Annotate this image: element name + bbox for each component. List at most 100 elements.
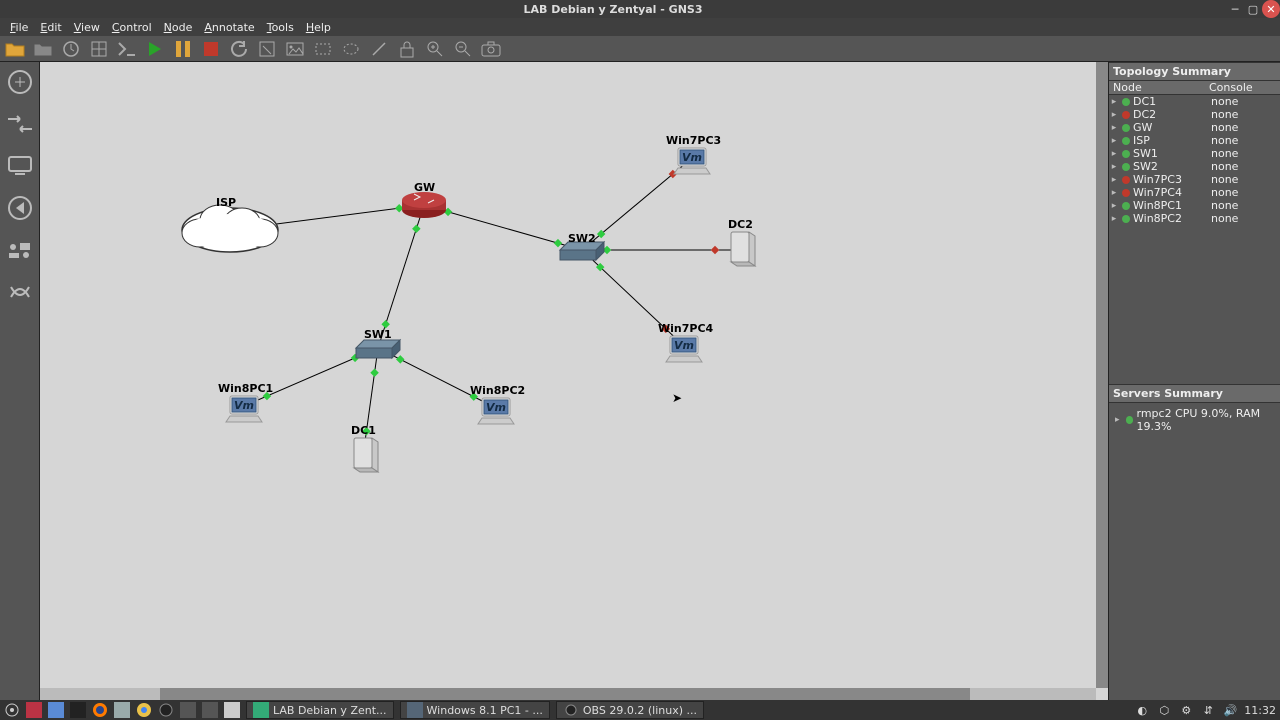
node-label-GW[interactable]: GW <box>414 181 435 194</box>
tray-network-icon[interactable]: ⇵ <box>1200 702 1216 718</box>
reload-button[interactable] <box>228 38 250 60</box>
topology-node-row[interactable]: ▸SW1none <box>1109 147 1280 160</box>
pause-all-button[interactable] <box>172 38 194 60</box>
node-GW[interactable] <box>402 192 446 218</box>
topology-summary-header[interactable]: Topology Summary <box>1109 62 1280 81</box>
menu-file[interactable]: File <box>4 21 34 34</box>
system-taskbar[interactable]: LAB Debian y Zent... Windows 8.1 PC1 - .… <box>0 700 1280 720</box>
topology-node-row[interactable]: ▸SW2none <box>1109 160 1280 173</box>
grid-icon[interactable] <box>88 38 110 60</box>
horizontal-scrollbar[interactable] <box>40 688 1096 700</box>
node-label-Win8PC2[interactable]: Win8PC2 <box>470 384 525 397</box>
expand-arrow-icon[interactable]: ▸ <box>1109 162 1119 172</box>
task-obs[interactable]: OBS 29.0.2 (linux) ... <box>556 701 704 719</box>
obs-icon[interactable] <box>158 702 174 718</box>
topology-node-row[interactable]: ▸DC1none <box>1109 95 1280 108</box>
firefox-icon[interactable] <box>92 702 108 718</box>
console-button[interactable] <box>116 38 138 60</box>
node-label-DC1[interactable]: DC1 <box>351 424 376 437</box>
files-icon[interactable] <box>48 702 64 718</box>
task-vm[interactable]: Windows 8.1 PC1 - ... <box>400 701 550 719</box>
column-node[interactable]: Node <box>1109 81 1209 94</box>
tray-volume-icon[interactable]: 🔊 <box>1222 702 1238 718</box>
topology-node-row[interactable]: ▸GWnone <box>1109 121 1280 134</box>
node-DC1[interactable] <box>354 438 378 472</box>
expand-arrow-icon[interactable]: ▸ <box>1109 136 1119 146</box>
tray-icon-2[interactable]: ⬡ <box>1156 702 1172 718</box>
node-Win7PC4[interactable]: Vm <box>666 336 702 362</box>
menu-view[interactable]: View <box>68 21 106 34</box>
node-label-Win7PC3[interactable]: Win7PC3 <box>666 134 721 147</box>
zoom-out-button[interactable] <box>452 38 474 60</box>
tray-icon-3[interactable]: ⚙ <box>1178 702 1194 718</box>
app2-icon[interactable] <box>180 702 196 718</box>
browse-security-button[interactable] <box>4 192 36 224</box>
app3-icon[interactable] <box>202 702 218 718</box>
lock-button[interactable] <box>396 38 418 60</box>
tray-icon-1[interactable]: ◐ <box>1134 702 1150 718</box>
insert-image-button[interactable] <box>284 38 306 60</box>
expand-arrow-icon[interactable]: ▸ <box>1113 415 1122 425</box>
expand-arrow-icon[interactable]: ▸ <box>1109 110 1119 120</box>
add-link-button[interactable] <box>4 276 36 308</box>
start-all-button[interactable] <box>144 38 166 60</box>
app-icon[interactable] <box>26 702 42 718</box>
topology-node-row[interactable]: ▸Win7PC3none <box>1109 173 1280 186</box>
vertical-scrollbar[interactable] <box>1096 62 1108 688</box>
menu-edit[interactable]: Edit <box>34 21 67 34</box>
node-SW1[interactable] <box>356 340 400 358</box>
terminal-icon[interactable] <box>70 702 86 718</box>
mail-icon[interactable] <box>114 702 130 718</box>
topology-node-row[interactable]: ▸Win8PC1none <box>1109 199 1280 212</box>
expand-arrow-icon[interactable]: ▸ <box>1109 188 1119 198</box>
node-label-SW2[interactable]: SW2 <box>568 232 596 245</box>
menu-control[interactable]: Control <box>106 21 158 34</box>
topology-node-row[interactable]: ▸Win7PC4none <box>1109 186 1280 199</box>
close-button[interactable]: ✕ <box>1262 0 1280 18</box>
stop-all-button[interactable] <box>200 38 222 60</box>
chrome-icon[interactable] <box>136 702 152 718</box>
expand-arrow-icon[interactable]: ▸ <box>1109 123 1119 133</box>
open-project-button[interactable] <box>32 38 54 60</box>
menu-node[interactable]: Node <box>158 21 199 34</box>
maximize-button[interactable]: ▢ <box>1244 0 1262 18</box>
node-ISP[interactable] <box>182 205 278 252</box>
node-label-SW1[interactable]: SW1 <box>364 328 392 341</box>
menu-help[interactable]: Help <box>300 21 337 34</box>
node-Win8PC2[interactable]: Vm <box>478 398 514 424</box>
server-row[interactable]: ▸ rmpc2 CPU 9.0%, RAM 19.3% <box>1113 407 1276 433</box>
expand-arrow-icon[interactable]: ▸ <box>1109 149 1119 159</box>
column-console[interactable]: Console <box>1209 81 1280 94</box>
tray-clock[interactable]: 11:32 <box>1244 704 1276 717</box>
start-menu-button[interactable] <box>4 702 20 718</box>
expand-arrow-icon[interactable]: ▸ <box>1109 175 1119 185</box>
draw-line-button[interactable] <box>368 38 390 60</box>
servers-summary-header[interactable]: Servers Summary <box>1109 384 1280 403</box>
zoom-in-button[interactable] <box>424 38 446 60</box>
menu-tools[interactable]: Tools <box>261 21 300 34</box>
node-Win8PC1[interactable]: Vm <box>226 396 262 422</box>
node-DC2[interactable] <box>731 232 755 266</box>
minimize-button[interactable]: ─ <box>1226 0 1244 18</box>
menu-annotate[interactable]: Annotate <box>198 21 260 34</box>
node-label-Win8PC1[interactable]: Win8PC1 <box>218 382 273 395</box>
node-label-Win7PC4[interactable]: Win7PC4 <box>658 322 713 335</box>
topology-node-row[interactable]: ▸ISPnone <box>1109 134 1280 147</box>
editor-icon[interactable] <box>224 702 240 718</box>
topology-canvas[interactable]: VmVmVmVm ISPGWSW2SW1Win7PC3DC2Win7PC4Win… <box>40 62 1108 700</box>
browse-switches-button[interactable] <box>4 108 36 140</box>
node-label-ISP[interactable]: ISP <box>216 196 236 209</box>
task-gns3[interactable]: LAB Debian y Zent... <box>246 701 394 719</box>
screenshot-button[interactable] <box>480 38 502 60</box>
browse-enddev-button[interactable] <box>4 150 36 182</box>
topology-node-row[interactable]: ▸DC2none <box>1109 108 1280 121</box>
browse-all-button[interactable] <box>4 234 36 266</box>
draw-rect-button[interactable] <box>312 38 334 60</box>
expand-arrow-icon[interactable]: ▸ <box>1109 214 1119 224</box>
node-Win7PC3[interactable]: Vm <box>674 148 710 174</box>
new-project-button[interactable] <box>4 38 26 60</box>
expand-arrow-icon[interactable]: ▸ <box>1109 97 1119 107</box>
annotate-note-button[interactable] <box>256 38 278 60</box>
expand-arrow-icon[interactable]: ▸ <box>1109 201 1119 211</box>
clock-icon[interactable] <box>60 38 82 60</box>
